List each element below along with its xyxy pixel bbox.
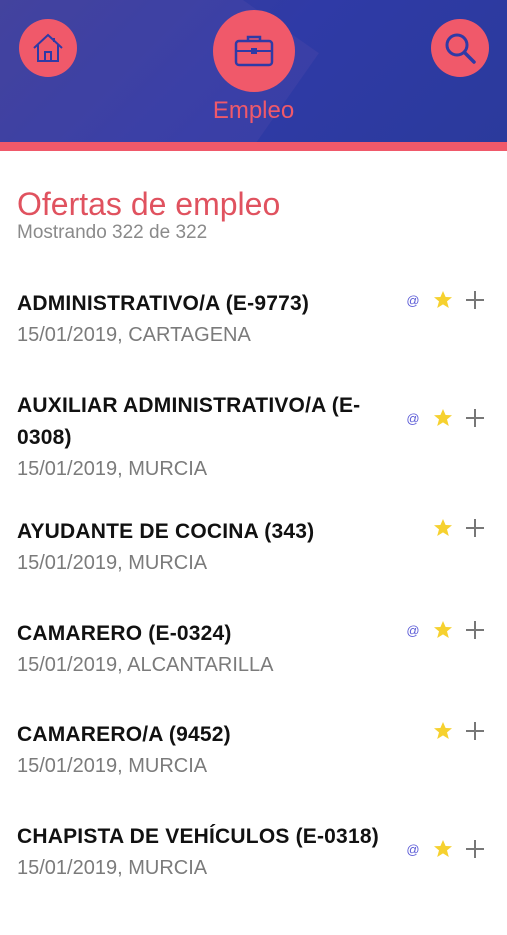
search-icon: [445, 33, 476, 64]
offer-title: ADMINISTRATIVO/A (E-9773): [17, 292, 310, 315]
favorite-star-icon[interactable]: [433, 290, 453, 310]
offer-date-location: 15/01/2019, MURCIA: [17, 458, 208, 480]
list-item[interactable]: CAMARERO/A (9452) 15/01/2019, MURCIA: [0, 707, 507, 809]
list-item[interactable]: CHAPISTA DE VEHÍCULOS (E-0318) 15/01/201…: [0, 809, 507, 935]
offer-date-location: 15/01/2019, CARTAGENA: [17, 324, 251, 346]
home-icon: [33, 33, 63, 62]
home-button[interactable]: [19, 19, 77, 77]
list-item[interactable]: CAMARERO (E-0324) 15/01/2019, ALCANTARIL…: [0, 606, 507, 707]
list-item[interactable]: AUXILIAR ADMINISTRATIVO/A (E-0308) 15/01…: [0, 378, 507, 504]
offer-title: AYUDANTE DE COCINA (343): [17, 520, 315, 543]
offer-title: CAMARERO (E-0324): [17, 622, 232, 645]
favorite-star-icon[interactable]: [433, 408, 453, 428]
app-header: Empleo: [0, 0, 507, 142]
favorite-star-icon[interactable]: [433, 839, 453, 859]
add-plus-icon[interactable]: [465, 518, 485, 538]
add-plus-icon[interactable]: [465, 620, 485, 640]
offer-title: AUXILIAR ADMINISTRATIVO/A (E-0308): [17, 394, 361, 449]
header-title: Empleo: [212, 97, 295, 124]
email-icon: @: [406, 410, 420, 426]
offer-title: CAMARERO/A (9452): [17, 723, 231, 746]
email-icon: @: [406, 622, 420, 638]
offer-date-location: 15/01/2019, MURCIA: [17, 552, 208, 574]
favorite-star-icon[interactable]: [433, 620, 453, 640]
add-plus-icon[interactable]: [465, 721, 485, 741]
offer-date-location: 15/01/2019, MURCIA: [17, 755, 208, 777]
job-offer-list: ADMINISTRATIVO/A (E-9773) 15/01/2019, CA…: [0, 276, 507, 935]
list-item[interactable]: AYUDANTE DE COCINA (343) 15/01/2019, MUR…: [0, 504, 507, 606]
list-item[interactable]: ADMINISTRATIVO/A (E-9773) 15/01/2019, CA…: [0, 276, 507, 378]
briefcase-icon: [234, 35, 274, 67]
search-button[interactable]: [431, 19, 489, 77]
jobs-button[interactable]: [213, 10, 295, 92]
add-plus-icon[interactable]: [465, 839, 485, 859]
add-plus-icon[interactable]: [465, 408, 485, 428]
header-accent-bar: [0, 142, 507, 151]
result-count: Mostrando 322 de 322: [17, 222, 208, 243]
page-title: Ofertas de empleo: [17, 186, 281, 222]
favorite-star-icon[interactable]: [433, 518, 453, 538]
email-icon: @: [406, 841, 420, 857]
offer-title: CHAPISTA DE VEHÍCULOS (E-0318): [17, 825, 379, 848]
favorite-star-icon[interactable]: [433, 721, 453, 741]
email-icon: @: [406, 292, 420, 308]
add-plus-icon[interactable]: [465, 290, 485, 310]
offer-date-location: 15/01/2019, ALCANTARILLA: [17, 654, 274, 676]
